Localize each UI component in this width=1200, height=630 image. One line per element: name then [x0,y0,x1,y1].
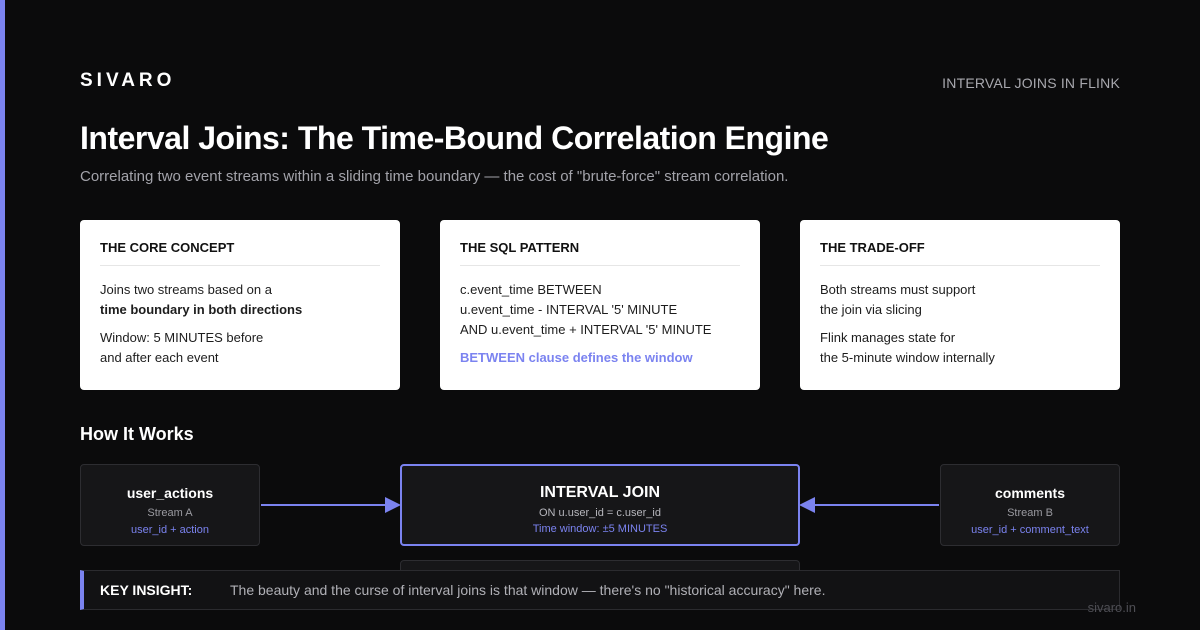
footer-url: sivaro.in [1087,600,1136,615]
card-text: the 5-minute window internally [820,350,995,365]
card-text: Joins two streams based on a [100,282,272,297]
stream-b-fields: user_id + comment_text [971,524,1089,536]
stream-b-node: comments Stream B user_id + comment_text [940,464,1120,546]
page-title: Interval Joins: The Time-Bound Correlati… [80,120,829,156]
topic-label: INTERVAL JOINS IN FLINK [942,75,1120,91]
insight-text: The beauty and the curse of interval joi… [230,582,826,598]
section-title: How It Works [80,424,194,444]
sql-line: c.event_time BETWEEN [460,282,602,297]
page-subtitle: Correlating two event streams within a s… [80,168,789,185]
card-heading: THE SQL PATTERN [460,240,740,266]
stream-a-node: user_actions Stream A user_id + action [80,464,260,546]
card-sql-pattern: THE SQL PATTERN c.event_time BETWEEN u.e… [440,220,760,390]
sql-line: AND u.event_time + INTERVAL '5' MINUTE [460,322,712,337]
card-core-concept: THE CORE CONCEPT Joins two streams based… [80,220,400,390]
card-text: Window: 5 MINUTES before [100,330,264,345]
stream-a-fields: user_id + action [131,524,209,536]
join-name: INTERVAL JOIN [539,484,661,501]
join-window: Time window: ±5 MINUTES [532,523,668,535]
left-accent-bar [0,0,5,630]
brand-logo: SIVARO [80,70,176,91]
interval-join-node: INTERVAL JOIN ON u.user_id = c.user_id T… [400,464,800,546]
card-text: the join via slicing [820,302,922,317]
join-condition: ON u.user_id = c.user_id [539,507,661,519]
insight-label: KEY INSIGHT: [100,582,193,598]
sql-line: u.event_time - INTERVAL '5' MINUTE [460,302,678,317]
stream-a-name: user_actions [126,485,214,501]
sql-note: BETWEEN clause defines the window [460,350,693,365]
card-trade-off: THE TRADE-OFF Both streams must support … [800,220,1120,390]
key-insight-banner: KEY INSIGHT: The beauty and the curse of… [80,570,1120,610]
card-text: Flink manages state for [820,330,956,345]
card-text: and after each event [100,350,219,365]
stream-b-name: comments [994,485,1066,501]
card-text-bold: time boundary in both directions [100,302,303,317]
stream-b-label: Stream B [1007,507,1053,519]
stream-a-label: Stream A [147,507,193,519]
card-heading: THE TRADE-OFF [820,240,1100,266]
card-heading: THE CORE CONCEPT [100,240,380,266]
card-text: Both streams must support [820,282,976,297]
